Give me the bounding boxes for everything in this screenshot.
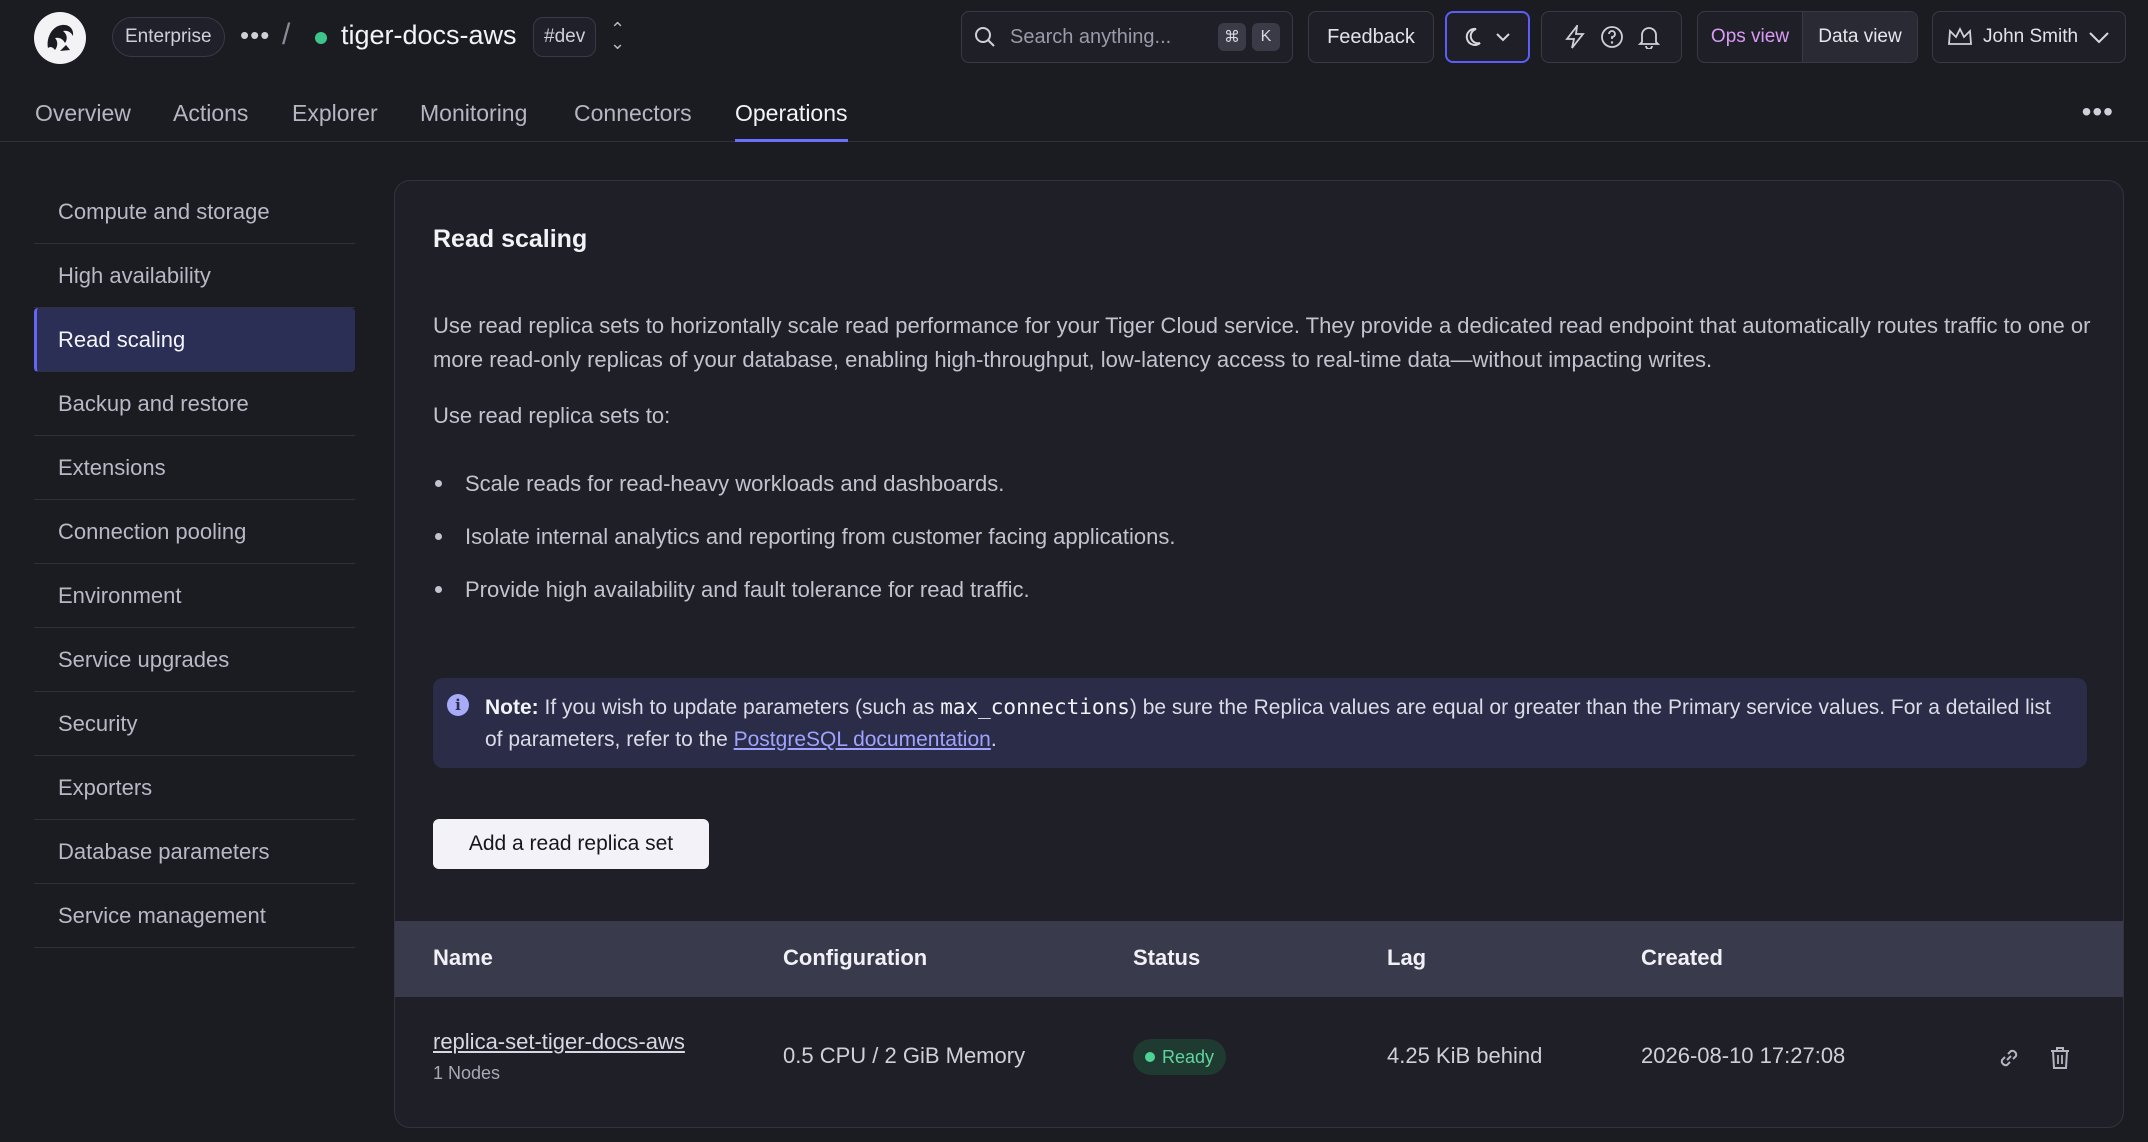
tiger-logo-icon[interactable] — [34, 12, 86, 64]
list-item: Scale reads for read-heavy workloads and… — [433, 457, 1175, 510]
top-bar: Enterprise ••• / tiger-docs-aws #dev ⌃ ⌄ … — [0, 0, 2148, 74]
note-callout: i Note: If you wish to update parameters… — [433, 678, 2087, 768]
note-label: Note: — [485, 696, 539, 719]
table-header: Name Configuration Status Lag Created — [395, 921, 2123, 997]
column-header-configuration: Configuration — [783, 945, 928, 970]
column-header-lag: Lag — [1387, 945, 1427, 970]
intro-text: Use read replica sets to: — [433, 403, 671, 428]
sidebar-item-environment[interactable]: Environment — [34, 564, 355, 628]
table-row: replica-set-tiger-docs-aws 1 Nodes 0.5 C… — [395, 997, 2123, 1127]
sidebar-item-connection-pooling[interactable]: Connection pooling — [34, 500, 355, 564]
sidebar-item-database-parameters[interactable]: Database parameters — [34, 820, 355, 884]
breadcrumb-separator: / — [282, 18, 291, 51]
help-icon[interactable] — [1600, 25, 1624, 49]
copy-link-icon[interactable] — [1994, 1043, 2024, 1073]
operations-sidebar: Compute and storage High availability Re… — [34, 180, 355, 948]
ops-view-button[interactable]: Ops view — [1698, 12, 1803, 62]
view-toggle: Ops view Data view — [1697, 11, 1918, 63]
data-view-button[interactable]: Data view — [1803, 12, 1917, 62]
sidebar-item-security[interactable]: Security — [34, 692, 355, 756]
postgresql-docs-link[interactable]: PostgreSQL documentation — [734, 728, 991, 751]
tab-operations[interactable]: Operations — [735, 100, 848, 142]
page-title: Read scaling — [433, 225, 588, 253]
shortcut-k-key: K — [1252, 23, 1280, 51]
search-bar[interactable]: Search anything... ⌘ K — [961, 11, 1293, 63]
service-switcher-icon[interactable]: ⌃ ⌄ — [610, 20, 625, 52]
note-code: max_connections — [940, 695, 1130, 719]
bell-icon[interactable] — [1637, 25, 1660, 49]
replica-configuration: 0.5 CPU / 2 GiB Memory — [783, 1043, 1026, 1068]
crown-icon — [1948, 26, 1972, 45]
description: Use read replica sets to horizontally sc… — [433, 313, 2091, 372]
benefits-list: Scale reads for read-heavy workloads and… — [433, 457, 1175, 616]
add-read-replica-button[interactable]: Add a read replica set — [433, 819, 709, 869]
tab-explorer[interactable]: Explorer — [292, 100, 378, 142]
replica-name-link[interactable]: replica-set-tiger-docs-aws — [433, 1029, 685, 1055]
quick-actions-group — [1541, 11, 1682, 63]
sidebar-item-service-upgrades[interactable]: Service upgrades — [34, 628, 355, 692]
replica-created: 2026-08-10 17:27:08 — [1641, 1043, 1846, 1068]
chevron-down-icon — [2089, 32, 2109, 44]
note-end: . — [990, 728, 997, 751]
sidebar-item-backup-restore[interactable]: Backup and restore — [34, 372, 355, 436]
moon-icon — [1465, 27, 1481, 46]
column-header-status: Status — [1133, 945, 1201, 970]
chevron-down-icon — [1495, 33, 1510, 42]
replica-lag: 4.25 KiB behind — [1387, 1043, 1543, 1068]
sidebar-item-service-management[interactable]: Service management — [34, 884, 355, 948]
status-dot — [1145, 1052, 1155, 1062]
sidebar-item-exporters[interactable]: Exporters — [34, 756, 355, 820]
tab-actions[interactable]: Actions — [173, 100, 248, 142]
status-badge: Ready — [1133, 1039, 1227, 1075]
sidebar-item-high-availability[interactable]: High availability — [34, 244, 355, 308]
list-item: Provide high availability and fault tole… — [433, 563, 1175, 616]
service-status-dot — [315, 32, 327, 44]
status-text: Ready — [1162, 1046, 1215, 1067]
tab-monitoring[interactable]: Monitoring — [420, 100, 527, 142]
delete-icon[interactable] — [2045, 1043, 2075, 1073]
user-name: John Smith — [1983, 26, 2079, 47]
replica-node-count: 1 Nodes — [433, 1063, 501, 1083]
sidebar-item-read-scaling[interactable]: Read scaling — [34, 308, 355, 372]
list-item: Isolate internal analytics and reporting… — [433, 510, 1175, 563]
search-placeholder: Search anything... — [1010, 25, 1172, 48]
theme-toggle-button[interactable] — [1445, 11, 1530, 63]
sidebar-item-compute-storage[interactable]: Compute and storage — [34, 180, 355, 244]
sidebar-item-extensions[interactable]: Extensions — [34, 436, 355, 500]
service-tabs: Overview Actions Explorer Monitoring Con… — [0, 84, 2148, 142]
search-icon — [975, 27, 995, 47]
feedback-button[interactable]: Feedback — [1308, 11, 1434, 63]
env-tag[interactable]: #dev — [533, 17, 597, 57]
column-header-name: Name — [433, 945, 493, 970]
service-name[interactable]: tiger-docs-aws — [341, 20, 517, 51]
note-text: If you wish to update parameters (such a… — [538, 696, 941, 719]
column-header-created: Created — [1641, 945, 1723, 970]
tab-overview[interactable]: Overview — [35, 100, 131, 142]
tab-connectors[interactable]: Connectors — [574, 100, 692, 142]
org-badge[interactable]: Enterprise — [112, 17, 225, 57]
shortcut-mod-key: ⌘ — [1218, 23, 1246, 51]
read-scaling-panel: Read scaling Use read replica sets to ho… — [394, 180, 2124, 1128]
more-orgs-icon[interactable]: ••• — [240, 20, 270, 51]
lightning-icon[interactable] — [1564, 25, 1586, 49]
more-options-icon[interactable]: ••• — [2082, 96, 2114, 128]
user-menu-button[interactable]: John Smith — [1932, 11, 2126, 63]
info-icon: i — [447, 694, 469, 716]
